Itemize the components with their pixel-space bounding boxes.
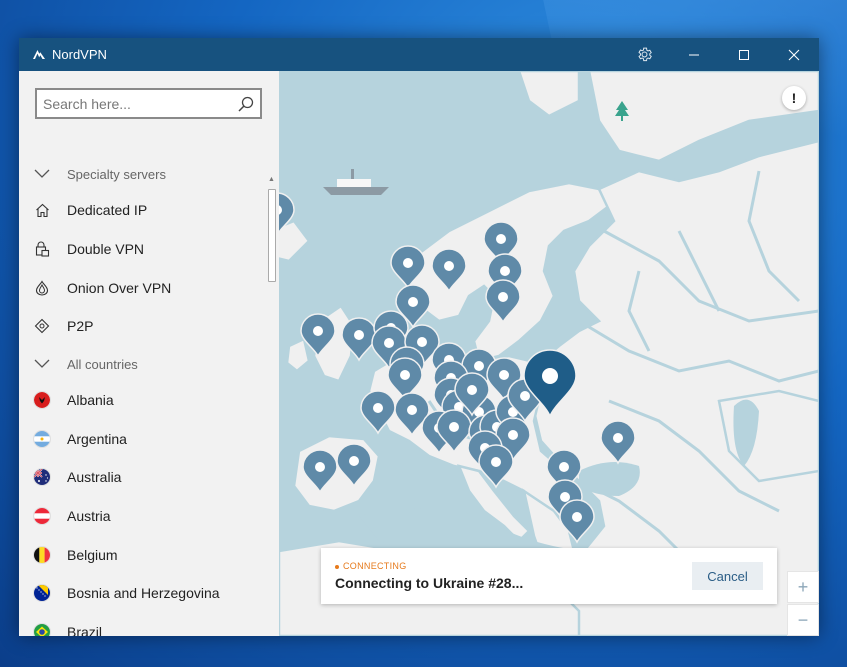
sidebar-item-label: Brazil	[67, 624, 103, 636]
sidebar-item-label: Dedicated IP	[67, 202, 148, 218]
sidebar-item-brazil[interactable]: Brazil	[19, 613, 267, 636]
status-dot-icon	[335, 564, 339, 569]
maximize-button[interactable]	[721, 38, 767, 71]
sidebar: Specialty servers Dedicated IP Double VP…	[19, 71, 279, 636]
flag-bosnia-icon	[34, 585, 50, 601]
sidebar-item-dedicated-ip[interactable]: Dedicated IP	[19, 191, 267, 229]
notification-alert-button[interactable]: !	[782, 86, 806, 110]
section-header-label: All countries	[67, 356, 138, 372]
sidebar-item-label: Double VPN	[67, 241, 145, 257]
sidebar-item-belgium[interactable]: Belgium	[19, 536, 267, 574]
sidebar-item-label: Belgium	[67, 547, 118, 563]
search-input[interactable]	[43, 94, 228, 113]
flag-belgium-icon	[34, 547, 50, 563]
sidebar-item-bosnia-and-herzegovina[interactable]: Bosnia and Herzegovina	[19, 574, 267, 612]
chevron-down-icon	[34, 356, 50, 372]
sidebar-item-label: P2P	[67, 318, 94, 334]
connection-card: CONNECTING Connecting to Ukraine #28... …	[321, 548, 777, 604]
window-title: NordVPN	[52, 47, 107, 62]
close-button[interactable]	[771, 38, 817, 71]
sidebar-item-austria[interactable]: Austria	[19, 497, 267, 535]
flag-austria-icon	[34, 508, 50, 524]
alert-icon: !	[791, 90, 797, 106]
chevron-down-icon	[34, 166, 50, 182]
sidebar-item-p2p[interactable]: P2P	[19, 307, 267, 345]
p2p-icon	[34, 318, 50, 334]
nordvpn-window: NordVPN Search here... Specialty servers…	[19, 38, 819, 636]
sidebar-item-argentina[interactable]: Argentina	[19, 420, 267, 458]
settings-button[interactable]	[621, 38, 667, 71]
sidebar-item-double-vpn[interactable]: Double VPN	[19, 230, 267, 268]
zoom-out-icon: −	[797, 609, 809, 630]
nordvpn-logo-icon	[33, 50, 45, 59]
sidebar-item-onion-over-vpn[interactable]: Onion Over VPN	[19, 269, 267, 307]
connection-message: Connecting to Ukraine #28...	[335, 575, 524, 591]
onion-icon	[34, 280, 50, 296]
minimize-button[interactable]	[671, 38, 717, 71]
connection-status: CONNECTING	[335, 561, 407, 571]
minimize-icon	[689, 54, 699, 55]
section-header-all-countries[interactable]: All countries	[19, 345, 267, 383]
connection-status-label: CONNECTING	[343, 561, 407, 571]
sidebar-item-australia[interactable]: Australia	[19, 458, 267, 496]
scrollbar-thumb[interactable]	[268, 189, 276, 282]
close-icon	[788, 49, 800, 60]
home-icon	[34, 202, 50, 218]
cancel-button[interactable]: Cancel	[692, 562, 763, 590]
double-lock-icon	[34, 241, 50, 257]
flag-albania-icon	[34, 392, 50, 408]
search-box[interactable]	[35, 88, 262, 119]
zoom-in-icon: +	[797, 576, 809, 597]
section-header-specialty[interactable]: Specialty servers	[19, 155, 267, 193]
title-bar: NordVPN	[19, 38, 819, 71]
zoom-in-button[interactable]: +	[787, 571, 819, 603]
sidebar-item-label: Australia	[67, 469, 122, 485]
gear-icon	[637, 47, 652, 62]
flag-australia-icon	[34, 469, 50, 485]
maximize-icon	[739, 49, 749, 60]
search-icon[interactable]	[237, 95, 255, 113]
sidebar-scrollbar[interactable]: ▲ ▼	[266, 175, 277, 636]
section-header-label: Specialty servers	[67, 166, 166, 182]
zoom-out-button[interactable]: −	[787, 604, 819, 636]
sidebar-item-label: Albania	[67, 392, 114, 408]
sidebar-item-label: Argentina	[67, 431, 127, 447]
sidebar-item-albania[interactable]: Albania	[19, 381, 267, 419]
flag-argentina-icon	[34, 431, 50, 447]
flag-brazil-icon	[34, 624, 50, 636]
sidebar-item-label: Austria	[67, 508, 111, 524]
scroll-up-icon[interactable]: ▲	[268, 176, 275, 183]
sidebar-item-label: Onion Over VPN	[67, 280, 172, 296]
sidebar-item-label: Bosnia and Herzegovina	[67, 585, 220, 601]
